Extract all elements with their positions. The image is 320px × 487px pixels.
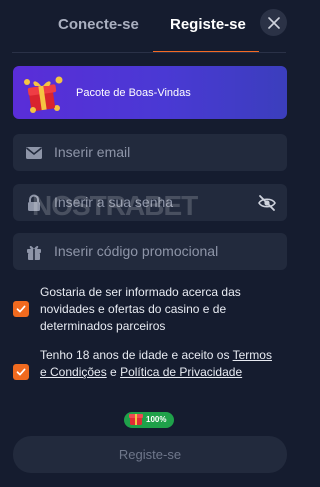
register-submit-button[interactable]: Registe-se	[13, 436, 287, 473]
envelope-icon	[26, 147, 42, 159]
email-field[interactable]: Inserir email	[13, 134, 287, 171]
completion-badge: 100%	[124, 412, 175, 428]
hide-password-icon[interactable]	[257, 193, 277, 213]
checkmark-icon	[16, 305, 26, 313]
privacy-policy-link[interactable]: Política de Privacidade	[120, 365, 242, 379]
email-placeholder: Inserir email	[54, 144, 131, 160]
age-consent-prefix: Tenho 18 anos de idade e aceito os	[40, 348, 233, 362]
gift-icon	[129, 414, 143, 425]
tabs-divider	[12, 52, 286, 53]
gift-box-icon	[24, 76, 63, 113]
welcome-package-banner[interactable]: Pacote de Boas-Vindas	[13, 66, 287, 119]
age-consent-middle: e	[106, 365, 121, 379]
marketing-consent-label: Gostaria de ser informado acerca das nov…	[40, 285, 241, 333]
tab-register[interactable]: Registe-se	[170, 16, 246, 33]
close-button[interactable]	[260, 9, 287, 36]
banner-title: Pacote de Boas-Vindas	[76, 87, 191, 99]
password-placeholder: Inserir a sua senha	[54, 194, 174, 210]
auth-tabs: Conecte-se Registe-se	[0, 0, 300, 53]
age-terms-consent-checkbox[interactable]	[13, 364, 29, 380]
password-field[interactable]: Inserir a sua senha	[13, 184, 287, 221]
age-terms-consent-label: Tenho 18 anos de idade e aceito os Termo…	[40, 347, 280, 381]
lock-icon	[28, 194, 40, 211]
close-icon	[267, 16, 280, 29]
marketing-consent-checkbox[interactable]	[13, 301, 29, 317]
checkmark-icon	[16, 368, 26, 376]
tab-login[interactable]: Conecte-se	[58, 16, 139, 33]
promo-code-placeholder: Inserir código promocional	[54, 243, 219, 259]
completion-percent: 100%	[146, 415, 167, 424]
gift-icon	[27, 245, 41, 260]
promo-code-field[interactable]: Inserir código promocional	[13, 233, 287, 270]
